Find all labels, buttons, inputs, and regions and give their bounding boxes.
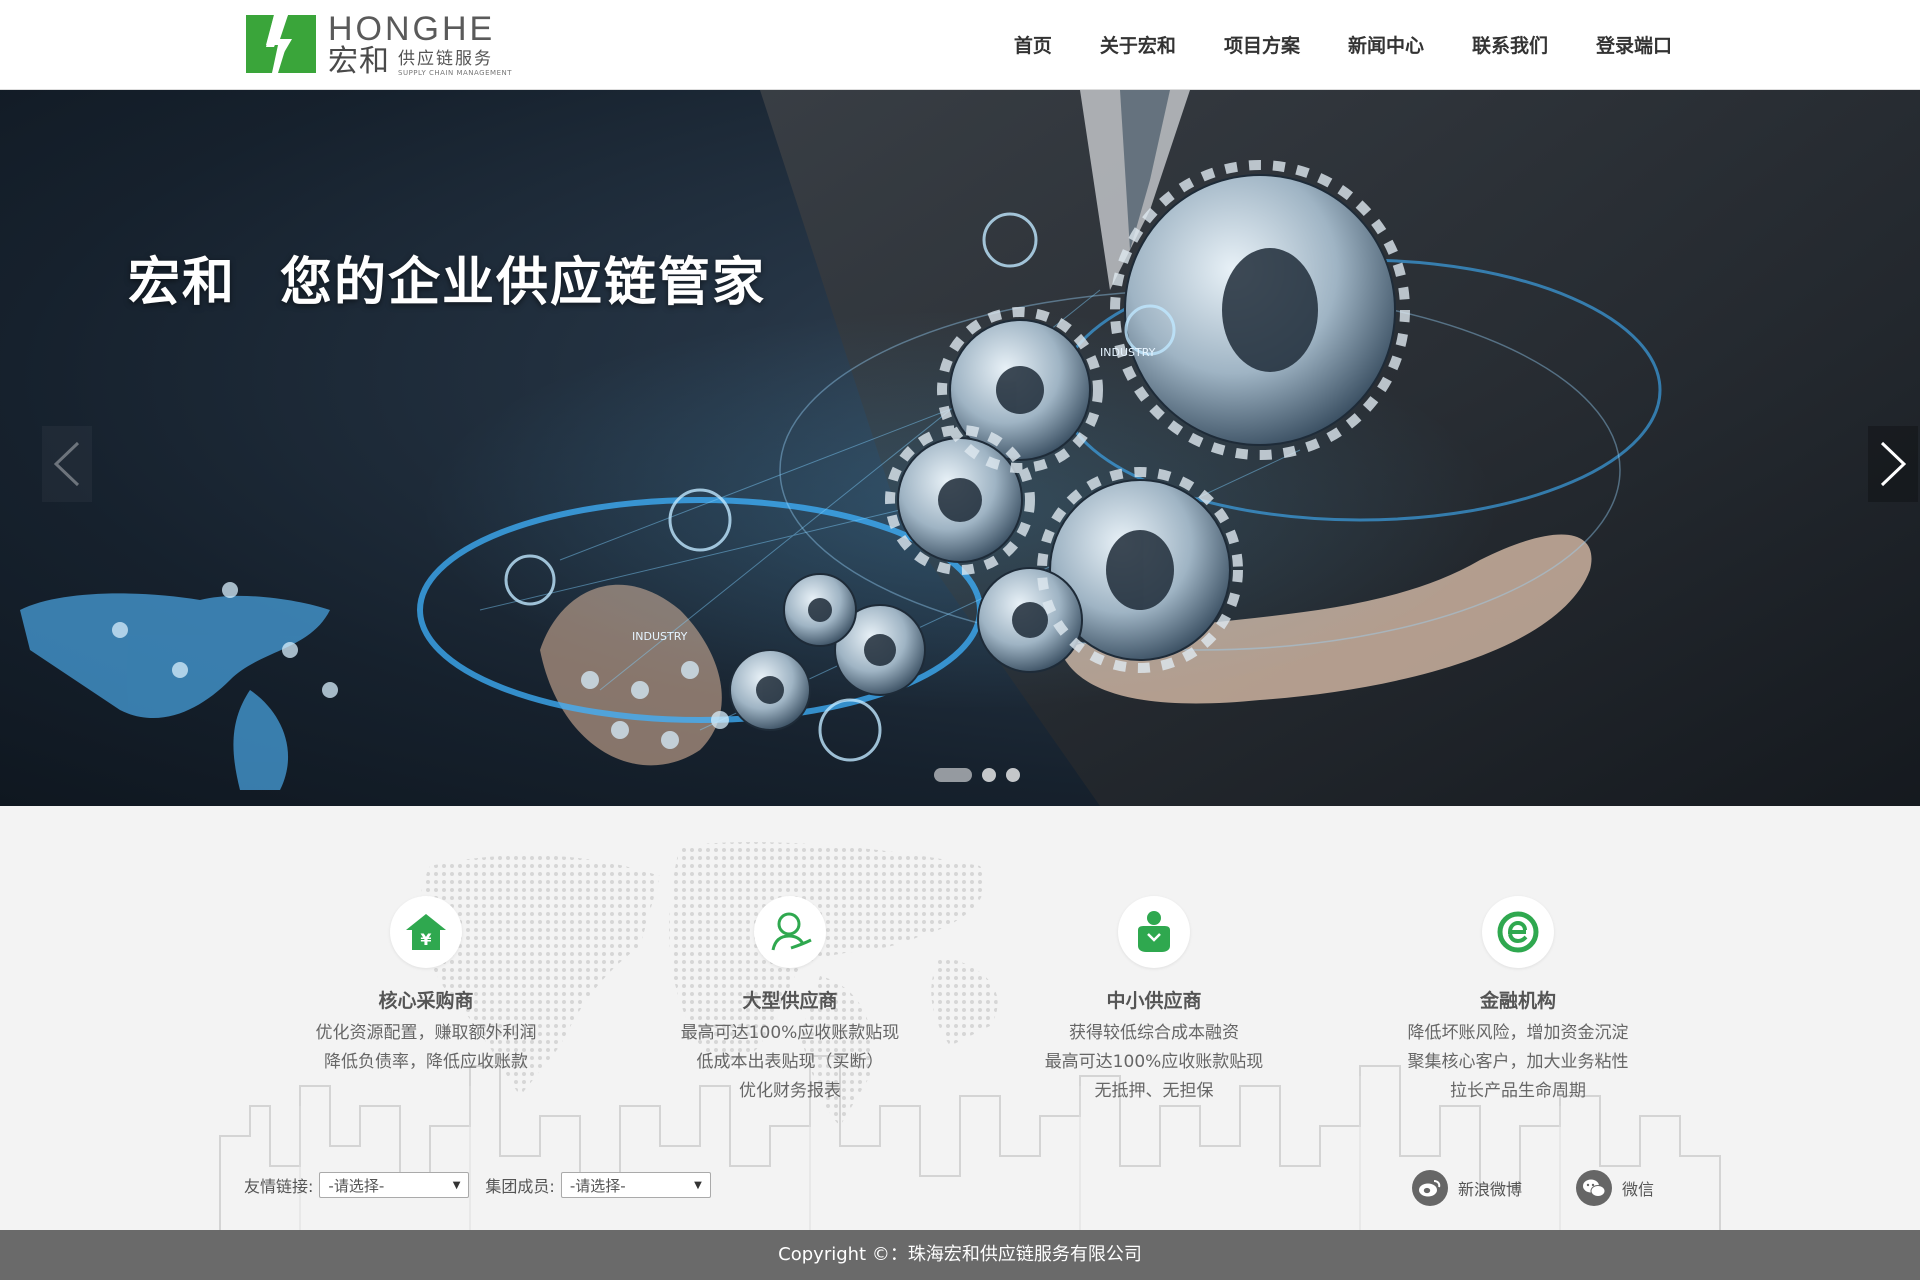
feature-large-supplier: 大型供应商 最高可达100%应收账款贴现 低成本出表贴现（买断） 优化财务报表 bbox=[630, 896, 950, 1106]
weibo-label: 新浪微博 bbox=[1458, 1180, 1523, 1199]
feature-line: 最高可达100%应收账款贴现 bbox=[1044, 1052, 1264, 1072]
weibo-link[interactable]: 新浪微博 bbox=[1412, 1170, 1522, 1206]
footer-links: 友情链接: -请选择- ▼ 集团成员: -请选择- ▼ bbox=[244, 1172, 727, 1198]
logo-en: HONGHE bbox=[328, 9, 496, 48]
nav-projects[interactable]: 项目方案 bbox=[1200, 28, 1324, 64]
feature-icon-wrap bbox=[754, 896, 826, 968]
group-members-label: 集团成员: bbox=[485, 1177, 555, 1196]
feature-line: 最高可达100%应收账款贴现 bbox=[680, 1023, 900, 1043]
carousel-next-button[interactable] bbox=[1868, 426, 1918, 502]
carousel-dot-1[interactable] bbox=[934, 768, 972, 782]
logo-sub-cn: 供应链服务 bbox=[398, 48, 493, 69]
finance-e-icon bbox=[1497, 911, 1539, 953]
feature-line: 优化资源配置，赚取额外利润 bbox=[315, 1023, 537, 1043]
carousel-prev-button[interactable] bbox=[42, 426, 92, 502]
friend-links-select[interactable]: -请选择- ▼ bbox=[319, 1172, 470, 1198]
logo[interactable]: HONGHE 宏和 供应链服务 SUPPLY CHAIN MANAGEMENT bbox=[244, 12, 512, 76]
person-bag-icon bbox=[1138, 911, 1170, 952]
hero-illustration: INDUSTRY INDUSTRY bbox=[20, 90, 1920, 806]
nav-about[interactable]: 关于宏和 bbox=[1076, 28, 1200, 64]
feature-financial-institution: 金融机构 降低坏账风险，增加资金沉淀 聚集核心客户，加大业务粘性 拉长产品生命周… bbox=[1358, 896, 1678, 1106]
group-members-select[interactable]: -请选择- ▼ bbox=[560, 1172, 711, 1198]
feature-line: 聚集核心客户，加大业务粘性 bbox=[1407, 1052, 1629, 1072]
feature-title: 大型供应商 bbox=[742, 990, 838, 1012]
feature-sme-supplier: 中小供应商 获得较低综合成本融资 最高可达100%应收账款贴现 无抵押、无担保 bbox=[994, 896, 1314, 1106]
chevron-right-icon bbox=[1880, 441, 1906, 487]
wechat-icon bbox=[1576, 1170, 1612, 1206]
nav-home[interactable]: 首页 bbox=[990, 28, 1076, 64]
hero-title: 宏和 您的企业供应链管家 bbox=[128, 240, 766, 315]
feature-icon-wrap: ¥ bbox=[390, 896, 462, 968]
carousel-dot-2[interactable] bbox=[982, 768, 996, 782]
logo-sub-en: SUPPLY CHAIN MANAGEMENT bbox=[398, 68, 512, 77]
feature-line: 低成本出表贴现（买断） bbox=[696, 1052, 884, 1072]
dropdown-arrow-icon: ▼ bbox=[694, 1179, 702, 1191]
copyright-bar: Copyright ©：珠海宏和供应链服务有限公司 bbox=[0, 1230, 1920, 1280]
feature-icon-wrap bbox=[1118, 896, 1190, 968]
feature-line: 拉长产品生命周期 bbox=[1450, 1081, 1586, 1101]
feature-line: 降低坏账风险，增加资金沉淀 bbox=[1407, 1023, 1629, 1043]
carousel-indicators bbox=[934, 768, 1020, 782]
feature-line: 降低负债率，降低应收账款 bbox=[324, 1052, 528, 1072]
hero-label-industry-1: INDUSTRY bbox=[1100, 346, 1156, 359]
logo-mark-icon bbox=[244, 13, 318, 75]
feature-line: 获得较低综合成本融资 bbox=[1069, 1023, 1239, 1043]
nav-news[interactable]: 新闻中心 bbox=[1324, 28, 1448, 64]
feature-title: 金融机构 bbox=[1479, 990, 1556, 1012]
friend-links-label: 友情链接: bbox=[244, 1177, 314, 1196]
copyright-text: Copyright ©：珠海宏和供应链服务有限公司 bbox=[778, 1244, 1142, 1265]
wechat-label: 微信 bbox=[1622, 1180, 1655, 1199]
nav-login[interactable]: 登录端口 bbox=[1572, 28, 1672, 64]
weibo-icon bbox=[1412, 1170, 1448, 1206]
hero-title-brand: 宏和 bbox=[128, 253, 237, 313]
hero-title-slogan: 您的企业供应链管家 bbox=[280, 253, 767, 313]
main-nav: 首页 关于宏和 项目方案 新闻中心 联系我们 登录端口 bbox=[990, 28, 1672, 64]
wechat-link[interactable]: 微信 bbox=[1576, 1170, 1654, 1206]
feature-title: 中小供应商 bbox=[1106, 990, 1202, 1012]
carousel-dot-3[interactable] bbox=[1006, 768, 1020, 782]
hero-label-industry-2: INDUSTRY bbox=[632, 630, 688, 643]
nav-contact[interactable]: 联系我们 bbox=[1448, 28, 1572, 64]
features-section: ¥ 核心采购商 优化资源配置，赚取额外利润 降低负债率，降低应收账款 大型供应商… bbox=[0, 806, 1920, 1230]
person-hand-icon bbox=[771, 912, 812, 951]
feature-core-buyer: ¥ 核心采购商 优化资源配置，赚取额外利润 降低负债率，降低应收账款 bbox=[266, 896, 586, 1077]
group-members-value: -请选择- bbox=[569, 1176, 626, 1195]
site-header: HONGHE 宏和 供应链服务 SUPPLY CHAIN MANAGEMENT … bbox=[0, 0, 1920, 90]
logo-cn: 宏和 bbox=[328, 43, 390, 79]
feature-title: 核心采购商 bbox=[378, 990, 474, 1012]
feature-line: 优化财务报表 bbox=[739, 1081, 841, 1101]
svg-text:¥: ¥ bbox=[420, 930, 431, 949]
hero-banner: INDUSTRY INDUSTRY 宏和 您的企业供应链管家 bbox=[0, 90, 1920, 806]
house-yen-icon: ¥ bbox=[406, 914, 446, 950]
dropdown-arrow-icon: ▼ bbox=[452, 1179, 461, 1191]
feature-line: 无抵押、无担保 bbox=[1094, 1081, 1214, 1101]
friend-links-value: -请选择- bbox=[328, 1176, 385, 1195]
chevron-left-icon bbox=[54, 441, 80, 487]
feature-icon-wrap bbox=[1482, 896, 1554, 968]
